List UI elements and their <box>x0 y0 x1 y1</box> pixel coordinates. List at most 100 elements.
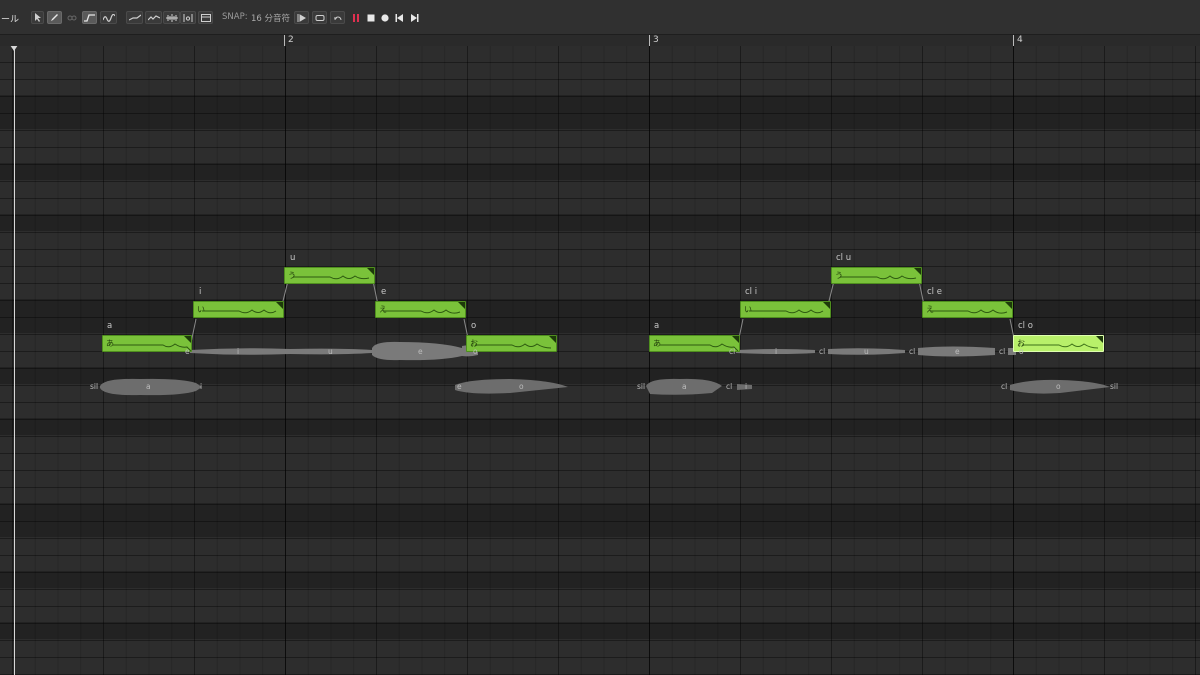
waveform-phoneme: i <box>745 382 748 391</box>
phoneme-label[interactable]: cl o <box>1018 321 1033 331</box>
record-button[interactable] <box>379 11 390 24</box>
pitch-tool-button[interactable] <box>82 11 97 24</box>
clip-view-button[interactable] <box>198 11 213 24</box>
note-resize-handle[interactable] <box>276 302 283 309</box>
waveform-phoneme: e <box>955 347 960 356</box>
note-block[interactable]: う <box>284 267 375 284</box>
stop-button[interactable] <box>365 11 376 24</box>
waveform-phoneme: o <box>1019 347 1024 356</box>
waveform-segment <box>455 379 568 394</box>
note-lyric: え <box>926 305 934 314</box>
insert-tool-button[interactable] <box>294 11 309 24</box>
phoneme-view-button[interactable] <box>180 11 196 24</box>
note-block[interactable]: い <box>193 301 284 318</box>
phoneme-label[interactable]: cl i <box>745 287 757 297</box>
note-resize-handle[interactable] <box>914 268 921 275</box>
note-block[interactable]: あ <box>649 335 740 352</box>
bar-marker: 4 <box>1013 35 1023 46</box>
note-lyric: う <box>835 271 843 280</box>
note-block-selected[interactable]: お <box>1013 335 1104 352</box>
waveform-phoneme: o <box>519 382 524 391</box>
phoneme-label[interactable]: o <box>471 321 476 331</box>
pitch-curve-icon <box>113 343 191 351</box>
note-block[interactable]: え <box>375 301 466 318</box>
waveform-layer <box>100 280 1110 396</box>
waveform-icon <box>165 13 178 22</box>
waveform-segment <box>100 378 202 396</box>
select-tool-button[interactable] <box>31 11 44 24</box>
pitch-line-icon <box>128 14 141 21</box>
snap-value-select[interactable]: 16 分音符 <box>251 12 290 24</box>
note-resize-handle[interactable] <box>458 302 465 309</box>
pencil-icon <box>51 14 58 21</box>
piano-roll-grid[interactable]: a i u e o a cl i cl u cl e cl o あ い う え … <box>0 46 1200 675</box>
note-block[interactable]: お <box>466 335 557 352</box>
waveform-phoneme: i <box>775 347 778 356</box>
waveform-phoneme: cl <box>1001 382 1008 391</box>
pitch-curve-icon <box>84 13 95 22</box>
phoneme-label[interactable]: a <box>107 321 112 331</box>
note-block[interactable]: う <box>831 267 922 284</box>
waveform-view-button[interactable] <box>163 11 180 24</box>
pitch-curve-icon <box>931 309 1008 314</box>
phoneme-label[interactable]: cl e <box>927 287 942 297</box>
note-resize-handle[interactable] <box>1005 302 1012 309</box>
skip-forward-icon <box>411 13 419 22</box>
waveform-phoneme: a <box>146 382 151 391</box>
vibrato-view-button[interactable] <box>145 11 162 24</box>
note-resize-handle[interactable] <box>549 336 556 343</box>
phoneme-label[interactable]: u <box>290 253 295 263</box>
pitch-curve-icon <box>749 309 824 314</box>
note-lyric: あ <box>653 339 661 348</box>
timeline-ruler[interactable]: 2 3 4 <box>0 35 1200 46</box>
waveform-phoneme: a <box>682 382 687 391</box>
pitch-curve-icon <box>660 343 739 351</box>
pause-icon <box>352 13 359 22</box>
cursor-icon <box>34 13 41 22</box>
waveform-segment <box>372 341 462 361</box>
note-block[interactable]: あ <box>102 335 192 352</box>
note-lyric: あ <box>106 339 114 348</box>
waveform-phoneme: e <box>457 382 462 391</box>
pitch-curve-icon <box>1022 343 1099 349</box>
loop-button[interactable] <box>312 11 327 24</box>
bar-marker: 3 <box>649 35 659 46</box>
upper-waveforms <box>190 341 1016 361</box>
waveform-phoneme: cl <box>819 347 826 356</box>
metronome-button[interactable] <box>330 11 345 24</box>
waveform-phoneme: o <box>1056 382 1061 391</box>
clip-icon <box>200 13 211 22</box>
phoneme-label[interactable]: i <box>199 287 201 297</box>
waveform-phoneme: u <box>328 347 333 356</box>
waveform-phoneme: cl <box>999 347 1006 356</box>
vibrato-tool-button[interactable] <box>100 11 117 24</box>
forward-button[interactable] <box>409 11 420 24</box>
note-resize-handle[interactable] <box>184 336 191 343</box>
note-resize-handle[interactable] <box>1096 336 1103 343</box>
pause-button[interactable] <box>350 11 361 24</box>
bar-marker: 2 <box>284 35 294 46</box>
phoneme-label[interactable]: e <box>381 287 386 297</box>
note-resize-handle[interactable] <box>367 268 374 275</box>
bracket-a-icon <box>183 13 193 22</box>
note-block[interactable]: え <box>922 301 1013 318</box>
note-resize-handle[interactable] <box>732 336 739 343</box>
note-resize-handle[interactable] <box>823 302 830 309</box>
insert-icon <box>297 13 306 22</box>
lower-waveforms <box>100 378 1110 396</box>
pitch-view-button[interactable] <box>126 11 143 24</box>
link-tool-button[interactable] <box>66 11 78 24</box>
pitch-curve-icon <box>475 343 552 349</box>
phoneme-label[interactable]: cl u <box>836 253 851 263</box>
waveform-phoneme: sil <box>637 382 646 391</box>
note-lyric: え <box>379 305 387 314</box>
note-lyric: い <box>197 305 205 314</box>
note-block[interactable]: い <box>740 301 831 318</box>
sync-icon <box>333 16 341 20</box>
rewind-button[interactable] <box>394 11 405 24</box>
waveform-phoneme: o <box>473 347 478 356</box>
pitch-curve-icon <box>202 309 277 314</box>
pencil-tool-button[interactable] <box>47 11 62 24</box>
snap-label: SNAP: <box>222 12 248 22</box>
phoneme-label[interactable]: a <box>654 321 659 331</box>
